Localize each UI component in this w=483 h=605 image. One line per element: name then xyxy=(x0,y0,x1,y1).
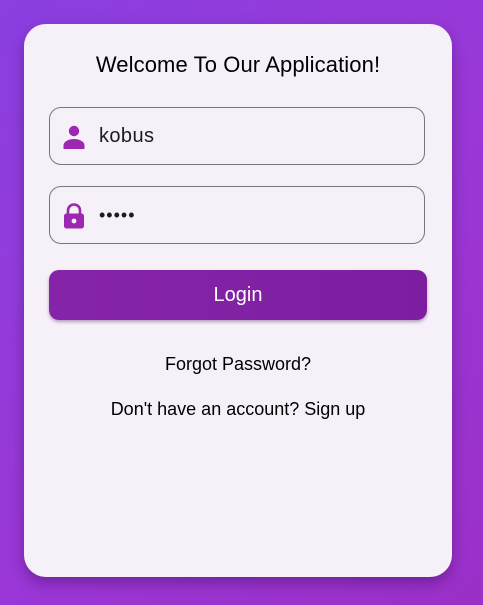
page-title: Welcome To Our Application! xyxy=(95,52,381,77)
lock-icon xyxy=(64,203,84,229)
password-field[interactable] xyxy=(49,186,425,244)
login-button[interactable]: Login xyxy=(49,270,427,320)
person-icon xyxy=(63,125,85,149)
signup-link[interactable]: Don't have an account? Sign up xyxy=(24,399,452,420)
username-input[interactable] xyxy=(99,108,414,164)
password-input[interactable] xyxy=(99,187,414,243)
forgot-password-link[interactable]: Forgot Password? xyxy=(24,354,452,375)
username-field[interactable] xyxy=(49,107,425,165)
login-card: Welcome To Our Application! Login Forgot… xyxy=(24,24,452,577)
